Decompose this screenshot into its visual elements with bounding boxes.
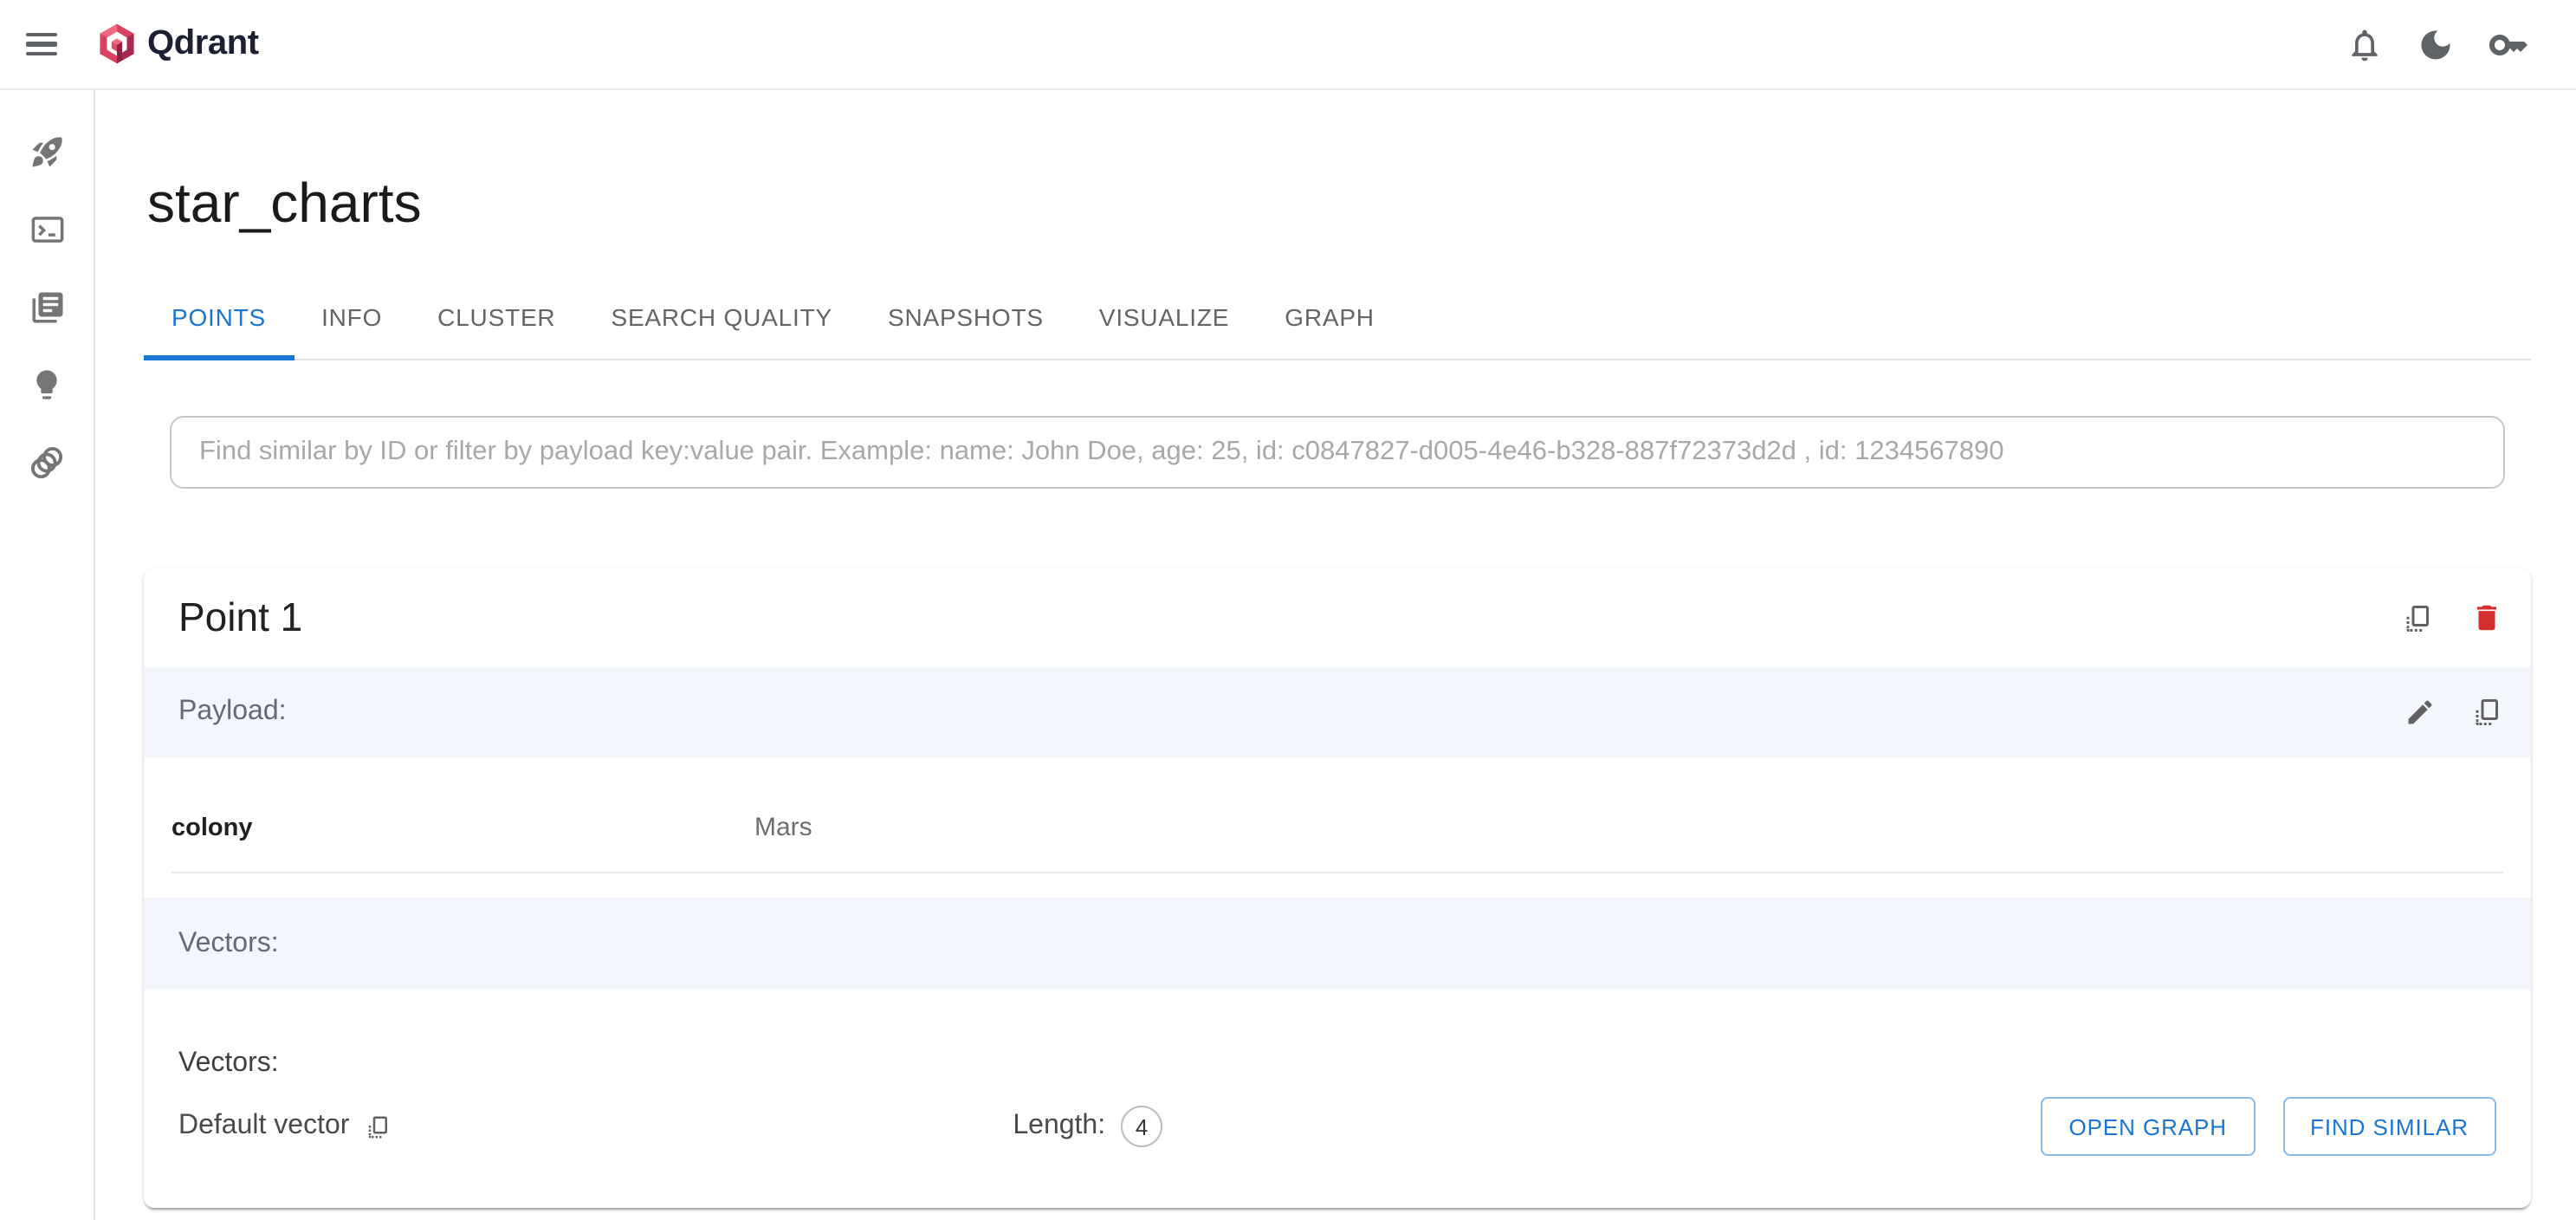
top-app-bar: Qdrant — [0, 0, 2576, 90]
tab-graph[interactable]: GRAPH — [1257, 276, 1402, 359]
copy-point-icon[interactable] — [2403, 602, 2434, 633]
delete-point-icon[interactable] — [2470, 601, 2503, 634]
open-graph-button[interactable]: OPEN GRAPH — [2041, 1097, 2255, 1156]
sidebar-item-datasets[interactable] — [28, 444, 66, 482]
terminal-console-icon — [29, 211, 65, 248]
vectors-body: Vectors: Default vector Length: 4 OPEN G… — [144, 990, 2531, 1208]
payload-value: Mars — [754, 813, 812, 842]
payload-key: colony — [172, 814, 754, 842]
qdrant-dashboard: Qdrant — [0, 0, 2576, 1220]
brand-name: Qdrant — [147, 24, 259, 64]
point-title: Point 1 — [178, 594, 302, 641]
tutorial-lightbulb-icon — [29, 367, 64, 402]
topbar-actions — [2346, 23, 2576, 65]
copy-vector-icon[interactable] — [365, 1113, 391, 1139]
sidebar-item-tutorial[interactable] — [29, 367, 64, 402]
point-card: Point 1 Payload: — [144, 568, 2531, 1208]
payload-section-row: Payload: — [144, 667, 2531, 757]
tab-search-quality[interactable]: SEARCH QUALITY — [583, 276, 860, 359]
edit-payload-pencil-icon[interactable] — [2404, 697, 2436, 728]
tab-visualize[interactable]: VISUALIZE — [1071, 276, 1257, 359]
left-nav-rail — [0, 90, 95, 1220]
hamburger-menu-icon[interactable] — [26, 32, 57, 55]
vector-length-label: Length: — [1013, 1111, 1105, 1142]
tab-snapshots[interactable]: SNAPSHOTS — [860, 276, 1071, 359]
api-key-icon[interactable] — [2488, 23, 2529, 65]
payload-row-colony: colony Mars — [172, 757, 2503, 873]
point-card-header: Point 1 — [144, 568, 2531, 667]
sidebar-item-console[interactable] — [29, 211, 65, 248]
vector-name: Default vector — [178, 1111, 349, 1142]
find-similar-search-input[interactable] — [170, 416, 2505, 489]
payload-section-label: Payload: — [178, 697, 287, 728]
vector-length-chip: 4 — [1121, 1106, 1162, 1147]
points-search-panel — [170, 416, 2505, 489]
tab-points[interactable]: POINTS — [144, 276, 294, 359]
tab-cluster[interactable]: CLUSTER — [410, 276, 583, 359]
collections-library-icon — [29, 289, 65, 326]
vectors-subsection-label: Vectors: — [178, 1048, 2496, 1080]
dark-mode-moon-icon[interactable] — [2417, 25, 2455, 63]
collection-tabs: POINTS INFO CLUSTER SEARCH QUALITY SNAPS… — [144, 276, 2531, 360]
copy-payload-icon[interactable] — [2472, 697, 2503, 728]
find-similar-button[interactable]: FIND SIMILAR — [2282, 1097, 2496, 1156]
tab-info[interactable]: INFO — [294, 276, 410, 359]
vectors-section-label: Vectors: — [178, 928, 279, 959]
sidebar-item-welcome[interactable] — [29, 133, 65, 170]
datasets-rings-icon — [28, 444, 66, 482]
main-content: star_charts POINTS INFO CLUSTER SEARCH Q… — [97, 90, 2576, 1220]
vectors-section-row: Vectors: — [144, 898, 2531, 990]
qdrant-hexagon-logo-icon — [97, 22, 137, 67]
vector-row-default: Default vector Length: 4 OPEN GRAPH FIND… — [178, 1097, 2496, 1156]
notifications-bell-icon[interactable] — [2346, 25, 2384, 63]
sidebar-item-collections[interactable] — [29, 289, 65, 326]
qdrant-logo[interactable]: Qdrant — [97, 22, 259, 67]
collection-title: star_charts — [147, 172, 2531, 236]
rocket-launch-icon — [29, 133, 65, 170]
